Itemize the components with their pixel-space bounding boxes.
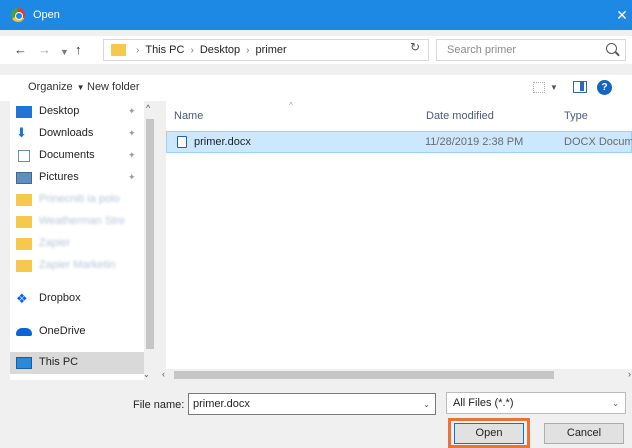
file-type-filter[interactable]: All Files (*.*) ⌄ bbox=[446, 392, 626, 414]
breadcrumb: › This PC › Desktop › primer bbox=[130, 44, 287, 56]
file-list: ^ Name Date modified Type primer.docx 11… bbox=[166, 101, 632, 380]
file-name-value: primer.docx bbox=[193, 398, 250, 410]
onedrive-icon bbox=[16, 328, 32, 336]
column-header-date-modified[interactable]: Date modified bbox=[426, 110, 494, 122]
address-row: ← → ▼ ↑ ›This PC›Desktop›primer ⌄ ↻ Sear… bbox=[0, 36, 632, 64]
scroll-up-icon[interactable]: ^ bbox=[146, 103, 150, 113]
column-header-type[interactable]: Type bbox=[564, 110, 588, 122]
organize-button[interactable]: Organize ▼ bbox=[28, 81, 85, 93]
nav-item-label: This PC bbox=[39, 356, 79, 368]
nav-item-label: Zapier bbox=[39, 237, 71, 249]
scroll-left-icon[interactable]: ‹ bbox=[162, 369, 165, 379]
pin-icon: ✦ bbox=[128, 150, 136, 160]
recent-locations-chevron-icon[interactable]: ▼ bbox=[60, 44, 69, 60]
pictures-icon bbox=[16, 172, 32, 184]
search-input[interactable]: Search primer bbox=[436, 39, 626, 61]
word-document-icon bbox=[177, 136, 187, 148]
horizontal-scrollbar[interactable]: ‹ › bbox=[156, 369, 632, 381]
forward-arrow-icon[interactable]: → bbox=[38, 42, 51, 58]
open-button[interactable]: Open bbox=[454, 423, 524, 444]
file-name-input[interactable]: primer.docx ⌄ bbox=[188, 393, 436, 415]
preview-pane-icon[interactable] bbox=[573, 81, 587, 93]
nav-scrollbar[interactable]: ^ bbox=[144, 101, 156, 380]
scrollbar-thumb[interactable] bbox=[146, 119, 154, 349]
nav-item-pictures[interactable]: Pictures ✦ bbox=[10, 167, 156, 189]
search-icon bbox=[606, 43, 617, 54]
cancel-button[interactable]: Cancel bbox=[544, 423, 624, 444]
breadcrumb-primer[interactable]: primer bbox=[256, 44, 287, 56]
chrome-app-icon bbox=[11, 8, 25, 22]
view-options-icon[interactable] bbox=[533, 82, 545, 93]
nav-item-onedrive[interactable]: OneDrive bbox=[10, 321, 156, 343]
close-icon[interactable]: ✕ bbox=[612, 0, 632, 30]
window-title: Open bbox=[33, 9, 60, 21]
address-bar[interactable]: ›This PC›Desktop›primer ⌄ bbox=[103, 39, 505, 61]
nav-item-label: OneDrive bbox=[39, 325, 86, 337]
scroll-right-icon[interactable]: › bbox=[628, 369, 631, 379]
chevron-down-icon: ▼ bbox=[76, 83, 85, 92]
organize-label: Organize bbox=[28, 81, 73, 93]
chevron-down-icon: ⌄ bbox=[612, 399, 619, 408]
computer-icon bbox=[16, 357, 32, 369]
chevron-down-icon[interactable]: ⌄ bbox=[143, 370, 150, 379]
desktop-icon bbox=[16, 106, 32, 118]
file-type: DOCX Document bbox=[564, 136, 632, 148]
toolbar: Organize ▼ New folder ▼ ? bbox=[0, 75, 632, 101]
nav-item-label: Pictures bbox=[39, 171, 79, 183]
nav-item-label: Prinecniti ia polo bbox=[39, 193, 120, 205]
up-arrow-icon[interactable]: ↑ bbox=[75, 42, 82, 58]
file-type-filter-value: All Files (*.*) bbox=[453, 397, 514, 409]
back-arrow-icon[interactable]: ← bbox=[14, 42, 27, 58]
breadcrumb-this-pc[interactable]: This PC bbox=[145, 44, 184, 56]
chevron-down-icon[interactable]: ▼ bbox=[550, 83, 558, 92]
folder-icon bbox=[16, 238, 32, 250]
nav-item-label: Desktop bbox=[39, 105, 80, 117]
folder-icon bbox=[16, 260, 32, 272]
folder-icon bbox=[111, 44, 126, 56]
nav-item-label: Documents bbox=[39, 149, 95, 161]
new-folder-button[interactable]: New folder bbox=[87, 81, 140, 93]
nav-item-downloads[interactable]: ⬇ Downloads ✦ bbox=[10, 123, 156, 145]
file-name-label: File name: bbox=[133, 399, 185, 411]
nav-item-folder[interactable]: Zapier bbox=[10, 233, 156, 255]
nav-item-label: Weatherman Stre bbox=[39, 215, 126, 227]
column-header-name[interactable]: Name bbox=[174, 110, 203, 122]
nav-item-desktop[interactable]: Desktop ✦ bbox=[10, 101, 156, 123]
nav-item-folder[interactable]: Prinecniti ia polo bbox=[10, 189, 156, 211]
chevron-right-icon: › bbox=[190, 45, 194, 56]
folder-icon bbox=[16, 216, 32, 228]
pin-icon: ✦ bbox=[128, 128, 136, 138]
scrollbar-thumb[interactable] bbox=[174, 371, 554, 379]
title-bar: Open ✕ bbox=[0, 0, 632, 30]
chevron-right-icon: › bbox=[246, 45, 250, 56]
pin-icon: ✦ bbox=[128, 106, 136, 116]
nav-item-documents[interactable]: Documents ✦ bbox=[10, 145, 156, 167]
chevron-right-icon: › bbox=[136, 45, 140, 56]
file-row[interactable]: primer.docx 11/28/2019 2:38 PM DOCX Docu… bbox=[166, 131, 632, 153]
file-date-modified: 11/28/2019 2:38 PM bbox=[425, 136, 524, 148]
chevron-down-icon[interactable]: ⌄ bbox=[423, 400, 430, 409]
refresh-icon[interactable]: ↻ bbox=[410, 40, 420, 54]
help-icon[interactable]: ? bbox=[597, 80, 612, 95]
pin-icon: ✦ bbox=[128, 172, 136, 182]
nav-item-this-pc[interactable]: This PC bbox=[10, 352, 156, 374]
breadcrumb-desktop[interactable]: Desktop bbox=[200, 44, 240, 56]
nav-item-dropbox[interactable]: ❖ Dropbox bbox=[10, 288, 156, 310]
dropbox-icon: ❖ bbox=[16, 291, 28, 306]
file-name: primer.docx bbox=[194, 136, 251, 148]
documents-icon bbox=[18, 150, 30, 162]
navigation-pane: Desktop ✦ ⬇ Downloads ✦ Documents ✦ Pict… bbox=[10, 101, 156, 380]
nav-item-label: Downloads bbox=[39, 127, 94, 139]
nav-item-folder[interactable]: Zapier Marketin bbox=[10, 255, 156, 277]
nav-item-label: Dropbox bbox=[39, 292, 81, 304]
download-icon: ⬇ bbox=[16, 125, 27, 140]
search-placeholder: Search primer bbox=[447, 44, 517, 56]
folder-icon bbox=[16, 194, 32, 206]
sort-caret-icon: ^ bbox=[289, 101, 293, 110]
nav-item-folder[interactable]: Weatherman Stre bbox=[10, 211, 156, 233]
nav-item-label: Zapier Marketin bbox=[39, 259, 116, 271]
